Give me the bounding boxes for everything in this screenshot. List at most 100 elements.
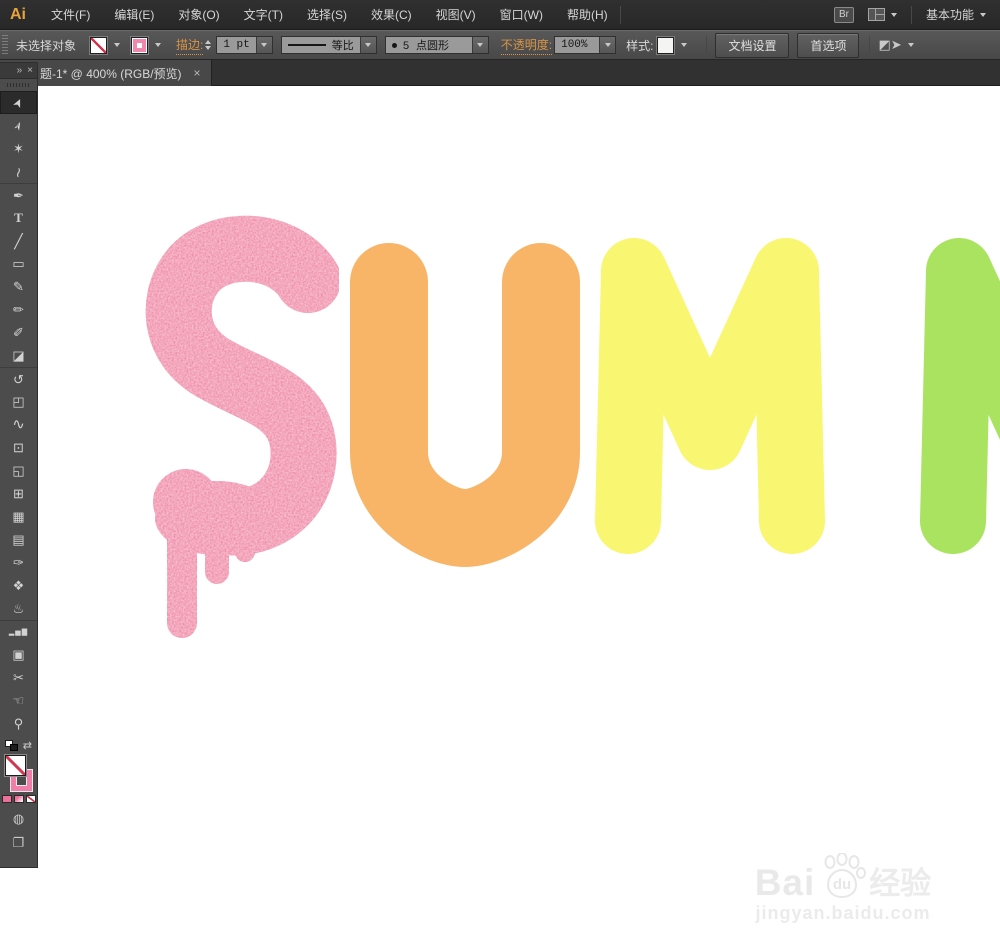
graphic-style-dropdown[interactable] (677, 37, 690, 54)
eyedropper-tool-button[interactable]: ✑ (0, 551, 37, 574)
document-tab-close-icon[interactable]: × (194, 66, 201, 80)
slice-tool-button[interactable]: ✂ (0, 666, 37, 689)
hand-tool-icon: ☜ (12, 693, 25, 708)
magic-wand-tool-button[interactable]: ✶ (0, 137, 37, 160)
arrange-documents-button[interactable] (864, 8, 901, 21)
menu-view[interactable]: 视图(V) (424, 0, 488, 30)
menu-bar: Ai 文件(F) 编辑(E) 对象(O) 文字(T) 选择(S) 效果(C) 视… (0, 0, 1000, 30)
stroke-profile-preview (287, 44, 326, 46)
screen-mode-button[interactable]: ❐ (0, 831, 37, 855)
isolate-selection-icon[interactable]: ◩➤ (878, 37, 901, 53)
column-graph-tool-button[interactable]: ▂▅▇ (0, 620, 37, 643)
stepper-up-icon (205, 40, 212, 44)
workspace-switcher[interactable]: 基本功能 (922, 6, 990, 23)
selection-options-dropdown[interactable] (905, 37, 918, 54)
preferences-button[interactable]: 首选项 (797, 32, 860, 58)
paintbrush-tool-icon: ✎ (13, 279, 24, 294)
tools-panel-header: » × (0, 63, 37, 79)
width-tool-button[interactable]: ∿ (0, 413, 37, 436)
chevron-down-icon (477, 43, 484, 47)
mesh-tool-button[interactable]: ▦ (0, 505, 37, 528)
color-mode-gradient-button[interactable] (13, 795, 24, 803)
column-graph-tool-icon: ▂▅▇ (8, 628, 29, 636)
fill-swatch[interactable] (5, 755, 26, 776)
line-segment-tool-button[interactable]: ╱ (0, 229, 37, 252)
pencil-tool-button[interactable]: ✏ (0, 298, 37, 321)
stroke-profile-combo[interactable]: 等比 (280, 36, 377, 54)
artboard-canvas[interactable]: Bai du 经验 jingyan.baidu.com (0, 86, 1000, 938)
stroke-color-swatch[interactable] (130, 35, 150, 55)
type-tool-icon: T (14, 210, 23, 225)
stroke-width-combo[interactable]: 1 pt (216, 36, 273, 54)
direct-selection-tool-icon: ➢ (10, 117, 27, 134)
type-tool-button[interactable]: T (0, 206, 37, 229)
arrange-documents-icon (867, 8, 885, 21)
hand-tool-button[interactable]: ☜ (0, 689, 37, 712)
selection-tool-icon: ➤ (10, 94, 27, 111)
rotate-tool-button[interactable]: ↺ (0, 367, 37, 390)
stroke-width-value: 1 pt (217, 37, 256, 53)
rectangle-tool-button[interactable]: ▭ (0, 252, 37, 275)
stroke-color-dropdown[interactable] (151, 37, 164, 54)
gradient-tool-button[interactable]: ▤ (0, 528, 37, 551)
document-tab-title: 题-1* @ 400% (RGB/预览) (40, 66, 182, 81)
drawing-mode-button[interactable]: ◍ (0, 807, 37, 831)
summer-lettering-artwork (145, 215, 1000, 638)
paintbrush-tool-button[interactable]: ✎ (0, 275, 37, 298)
menu-file[interactable]: 文件(F) (39, 0, 102, 30)
graphic-style-swatch[interactable] (656, 35, 676, 55)
menu-window[interactable]: 窗口(W) (488, 0, 555, 30)
menu-help[interactable]: 帮助(H) (555, 0, 620, 30)
control-bar-separator (869, 36, 871, 54)
panel-collapse-icon[interactable]: » (17, 65, 23, 76)
letter-u (350, 243, 580, 568)
eraser-tool-button[interactable]: ◪ (0, 344, 37, 367)
color-mode-none-button[interactable] (25, 795, 36, 803)
opacity-dropdown[interactable] (599, 37, 616, 53)
perspective-grid-tool-button[interactable]: ⊞ (0, 482, 37, 505)
chevron-down-icon (261, 43, 268, 47)
opacity-combo[interactable]: 100% (554, 36, 617, 54)
shape-builder-tool-button[interactable]: ◱ (0, 459, 37, 482)
selection-tool-button[interactable]: ➤ (0, 91, 37, 114)
menu-edit[interactable]: 编辑(E) (102, 0, 166, 30)
fill-color-swatch[interactable] (89, 35, 109, 55)
default-fill-stroke-icon[interactable] (5, 739, 18, 751)
fill-color-dropdown[interactable] (110, 37, 123, 54)
bridge-button[interactable]: Br (833, 6, 854, 23)
symbol-sprayer-tool-button[interactable]: ♨ (0, 597, 37, 620)
chevron-down-icon (908, 43, 915, 47)
blend-tool-button[interactable]: ❖ (0, 574, 37, 597)
stroke-width-control: 1 pt (205, 36, 273, 54)
pen-tool-button[interactable]: ✒ (0, 183, 37, 206)
opacity-panel-link[interactable]: 不透明度: (500, 36, 553, 55)
stroke-width-dropdown[interactable] (255, 37, 272, 53)
stroke-profile-value: 等比 (331, 41, 354, 53)
control-bar-grip[interactable] (2, 35, 8, 55)
brush-definition-combo[interactable]: 5 点圆形 (384, 36, 489, 54)
swap-fill-stroke-icon[interactable]: ⇄ (23, 739, 32, 752)
scale-tool-button[interactable]: ◰ (0, 390, 37, 413)
stroke-panel-link[interactable]: 描边: (176, 36, 204, 55)
menu-select[interactable]: 选择(S) (295, 0, 359, 30)
free-transform-tool-button[interactable]: ⊡ (0, 436, 37, 459)
stroke-profile-dropdown[interactable] (359, 37, 376, 53)
direct-selection-tool-button[interactable]: ➢ (0, 114, 37, 137)
tools-panel-grip[interactable] (7, 81, 30, 89)
artboard-tool-button[interactable]: ▣ (0, 643, 37, 666)
menu-effect[interactable]: 效果(C) (359, 0, 424, 30)
menu-type[interactable]: 文字(T) (232, 0, 295, 30)
screen-mode-icon: ❐ (12, 835, 25, 850)
document-setup-button[interactable]: 文档设置 (715, 32, 790, 58)
menu-separator (910, 5, 912, 24)
panel-close-icon[interactable]: × (27, 65, 33, 76)
menu-object[interactable]: 对象(O) (166, 0, 231, 30)
blob-brush-tool-button[interactable]: ✐ (0, 321, 37, 344)
zoom-tool-button[interactable]: ⚲ (0, 712, 37, 735)
brush-definition-dropdown[interactable] (471, 37, 488, 53)
stroke-width-stepper[interactable] (205, 40, 212, 50)
letter-m (595, 238, 825, 554)
baidu-paw-icon: du (824, 853, 867, 899)
color-mode-color-button[interactable] (1, 795, 12, 803)
lasso-tool-button[interactable]: ≀ (0, 160, 37, 183)
